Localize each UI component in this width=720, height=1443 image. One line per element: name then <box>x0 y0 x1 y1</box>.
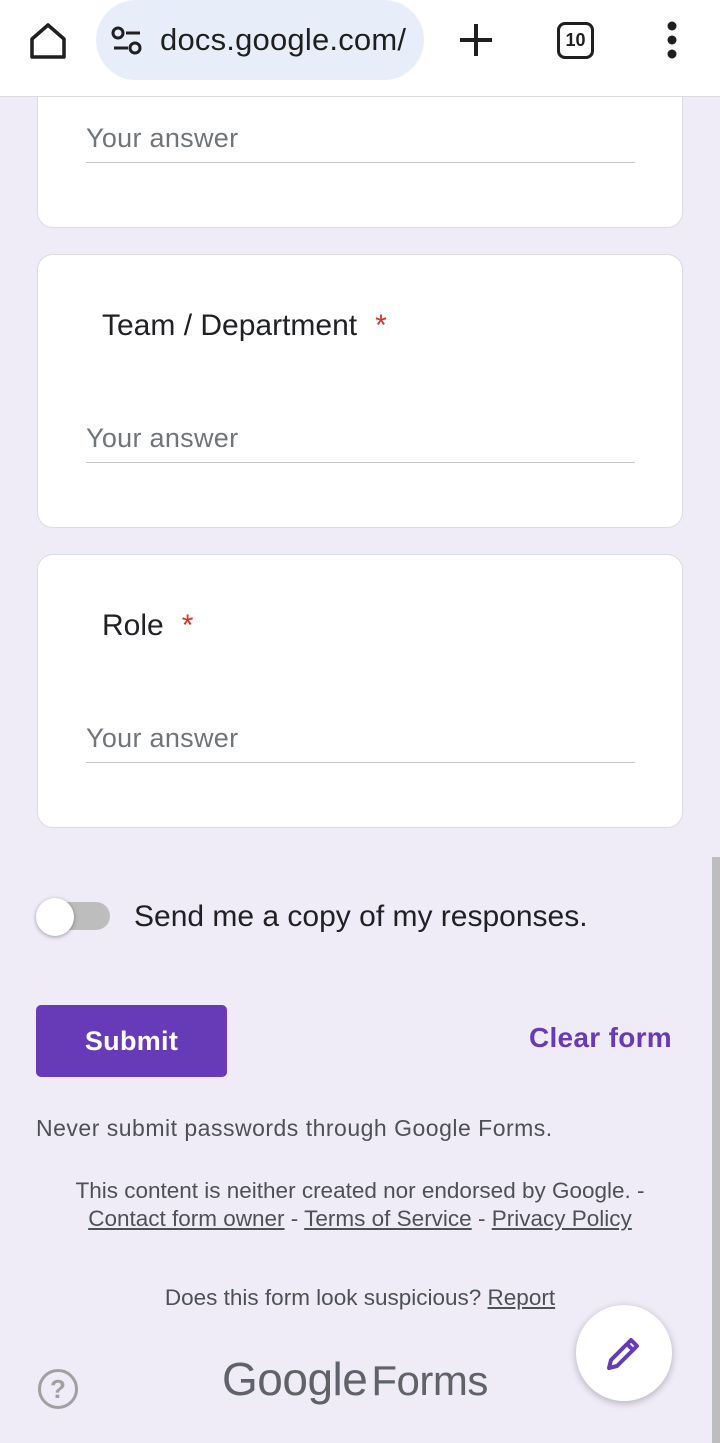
send-copy-toggle[interactable] <box>36 898 110 938</box>
new-tab-icon[interactable] <box>456 20 496 60</box>
edit-fab[interactable] <box>576 1305 672 1401</box>
clear-form-button[interactable]: Clear form <box>496 1022 672 1054</box>
report-link[interactable]: Report <box>488 1285 556 1310</box>
question-title: Role * <box>102 609 193 643</box>
team-department-input[interactable] <box>86 415 635 463</box>
help-icon[interactable]: ? <box>38 1369 78 1409</box>
more-menu-icon[interactable] <box>662 18 682 62</box>
question-card-team-department: Team / Department * <box>37 254 683 528</box>
home-icon[interactable] <box>26 19 70 63</box>
disclaimer-text: This content is neither created nor endo… <box>75 1178 645 1203</box>
required-asterisk: * <box>375 309 387 342</box>
logo-google: Google <box>222 1353 368 1405</box>
answer-input-previous[interactable] <box>86 115 635 163</box>
suspicious-notice: Does this form look suspicious? Report <box>60 1285 660 1311</box>
pencil-icon <box>607 1338 639 1370</box>
privacy-policy-link[interactable]: Privacy Policy <box>492 1206 632 1231</box>
suspicious-text: Does this form look suspicious? <box>164 1285 482 1310</box>
send-copy-label[interactable]: Send me a copy of my responses. <box>134 900 588 934</box>
question-card-role: Role * <box>37 554 683 828</box>
logo-forms: Forms <box>371 1357 488 1404</box>
toggle-knob <box>36 898 74 936</box>
question-card-previous <box>37 82 683 228</box>
separator: - <box>290 1206 299 1231</box>
disclaimer: This content is neither created nor endo… <box>60 1177 660 1233</box>
separator: - <box>477 1206 486 1231</box>
tab-switcher-button[interactable]: 10 <box>557 22 594 59</box>
question-title-text: Role <box>102 609 164 642</box>
contact-form-owner-link[interactable]: Contact form owner <box>88 1206 284 1231</box>
google-forms-logo: GoogleForms <box>222 1352 502 1406</box>
question-title-text: Team / Department <box>102 309 358 342</box>
terms-of-service-link[interactable]: Terms of Service <box>304 1206 472 1231</box>
site-settings-icon[interactable] <box>110 26 144 56</box>
scrollbar[interactable] <box>712 857 720 1443</box>
required-asterisk: * <box>181 609 194 642</box>
role-input[interactable] <box>86 715 635 763</box>
question-title: Team / Department * <box>102 309 387 343</box>
address-bar[interactable]: docs.google.com/ <box>96 0 424 80</box>
password-warning: Never submit passwords through Google Fo… <box>36 1115 553 1141</box>
browser-toolbar: docs.google.com/ 10 <box>0 0 720 97</box>
submit-button[interactable]: Submit <box>36 1005 227 1077</box>
url-text[interactable]: docs.google.com/ <box>160 22 408 58</box>
